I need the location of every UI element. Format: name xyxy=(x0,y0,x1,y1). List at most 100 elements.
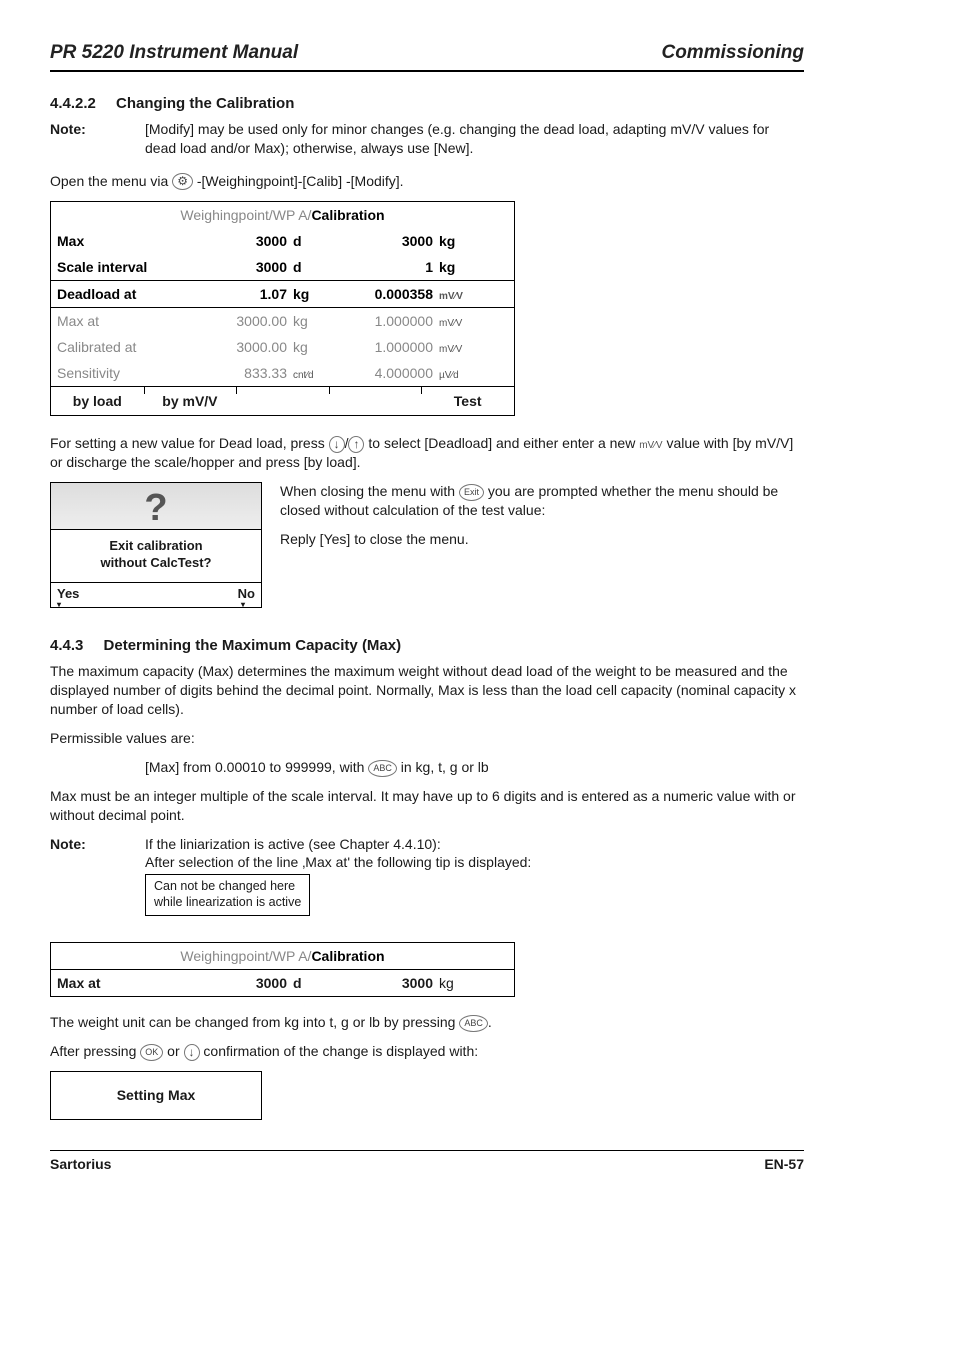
note-label: Note: xyxy=(50,835,145,916)
section-heading-max: 4.4.3 Determining the Maximum Capacity (… xyxy=(50,636,804,656)
row-value-1: 3000 xyxy=(197,232,287,251)
calibration-title: Weighingpoint/WP A/Calibration xyxy=(51,202,514,229)
tip-l1: Can not be changed here xyxy=(154,879,295,893)
abc-icon: ABC xyxy=(459,1015,488,1032)
calibration-softkeys: by load by mV/V Test xyxy=(51,386,514,415)
section-number: 4.4.2.2 xyxy=(50,95,96,112)
tail-p2b: or xyxy=(167,1043,183,1059)
header-left: PR 5220 Instrument Manual xyxy=(50,40,298,66)
row-value-2: 3000 xyxy=(323,232,433,251)
row-label: Max at xyxy=(57,312,197,331)
row-value-1: 3000.00 xyxy=(197,338,287,357)
softkey-test[interactable]: Test xyxy=(421,392,514,411)
note-lin-l1: If the liniarization is active (see Chap… xyxy=(145,836,441,852)
table-row[interactable]: Deadload at1.07kg0.000358mV⁄V xyxy=(51,280,514,307)
row-value-2: 4.000000 xyxy=(323,364,433,383)
row-value-2: 1 xyxy=(323,258,433,277)
max-at-u2: kg xyxy=(433,974,479,993)
tip-l2: while linearization is active xyxy=(154,895,301,909)
row-unit-2: kg xyxy=(433,258,479,277)
page-footer: Sartorius EN-57 xyxy=(50,1150,804,1174)
row-label: Scale interval xyxy=(57,258,197,277)
calibration-panel: Weighingpoint/WP A/Calibration Max3000d3… xyxy=(50,201,515,417)
footer-left: Sartorius xyxy=(50,1155,111,1174)
row-value-2: 1.000000 xyxy=(323,338,433,357)
max-at-row[interactable]: Max at 3000 d 3000 kg xyxy=(51,969,514,996)
row-value-1: 3000 xyxy=(197,258,287,277)
chevron-down-icon: ▾ xyxy=(156,603,255,607)
row-unit-1: kg xyxy=(287,338,323,357)
tail-p1a: The weight unit can be changed from kg i… xyxy=(50,1014,459,1030)
row-unit-2: kg xyxy=(433,232,479,251)
prompt-line2: without CalcTest? xyxy=(101,555,212,570)
open-menu-line: Open the menu via ⚙ -[Weighingpoint]-[Ca… xyxy=(50,172,804,191)
prompt-yes-button[interactable]: Yes ▾ xyxy=(51,583,156,607)
open-menu-pre: Open the menu via xyxy=(50,173,172,189)
unit-change-line: The weight unit can be changed from kg i… xyxy=(50,1013,804,1032)
prompt-message: Exit calibration without CalcTest? xyxy=(51,530,261,583)
deadload-instruction: For setting a new value for Dead load, p… xyxy=(50,434,804,472)
chevron-down-icon: ▾ xyxy=(57,603,156,607)
row-unit-2: mV⁄V xyxy=(433,312,479,331)
down-icon: ↓ xyxy=(184,1044,200,1061)
max-p1: The maximum capacity (Max) determines th… xyxy=(50,662,804,719)
note-block: Note: [Modify] may be used only for mino… xyxy=(50,120,804,158)
mvv-icon: mV⁄V xyxy=(639,440,662,451)
section-heading-changing-calibration: 4.4.2.2 Changing the Calibration xyxy=(50,94,804,114)
exit-prompt-dialog: ? Exit calibration without CalcTest? Yes… xyxy=(50,482,262,608)
row-unit-1: kg xyxy=(287,285,323,304)
header-right: Commissioning xyxy=(661,40,804,66)
table-row: Sensitivity833.33cnt⁄d4.000000µV⁄d xyxy=(51,360,514,386)
softkey-by-mvv[interactable]: by mV/V xyxy=(144,392,237,411)
down-icon: ↓ xyxy=(329,436,345,453)
table-row[interactable]: Scale interval3000d1kg xyxy=(51,254,514,280)
tail-p2c: confirmation of the change is displayed … xyxy=(203,1043,478,1059)
section-number: 4.4.3 xyxy=(50,637,83,654)
row-value-1: 833.33 xyxy=(197,364,287,383)
note-label: Note: xyxy=(50,120,145,158)
exit-icon: Exit xyxy=(459,484,484,501)
row-unit-1: d xyxy=(287,258,323,277)
max-at-v2: 3000 xyxy=(323,974,433,993)
row-label: Calibrated at xyxy=(57,338,197,357)
confirm-line: After pressing OK or ↓ confirmation of t… xyxy=(50,1042,804,1061)
open-menu-post: -[Weighingpoint]-[Calib] -[Modify]. xyxy=(197,173,404,189)
row-value-2: 1.000000 xyxy=(323,312,433,331)
footer-right: EN-57 xyxy=(764,1155,804,1174)
deadload-p1b: to select [Deadload] and either enter a … xyxy=(368,435,639,451)
prompt-side1a: When closing the menu with xyxy=(280,483,459,499)
row-unit-2: mV⁄V xyxy=(433,285,479,304)
row-unit-1: d xyxy=(287,232,323,251)
section-title: Determining the Maximum Capacity (Max) xyxy=(104,637,402,654)
row-value-1: 3000.00 xyxy=(197,312,287,331)
softkey-by-load[interactable]: by load xyxy=(51,392,144,411)
max-p3b: in kg, t, g or lb xyxy=(401,759,489,775)
prompt-side-text: When closing the menu with Exit you are … xyxy=(280,482,804,559)
max-panel: Weighingpoint/WP A/Calibration Max at 30… xyxy=(50,942,515,998)
cal-title-grey: Weighingpoint/WP A/ xyxy=(180,207,311,223)
setting-max-box: Setting Max xyxy=(50,1071,262,1120)
prompt-side-p1: When closing the menu with Exit you are … xyxy=(280,482,804,520)
row-value-1: 1.07 xyxy=(197,285,287,304)
exit-prompt-row: ? Exit calibration without CalcTest? Yes… xyxy=(50,482,804,608)
section-title: Changing the Calibration xyxy=(116,95,294,112)
prompt-no-button[interactable]: No ▾ xyxy=(156,583,261,607)
row-unit-2: mV⁄V xyxy=(433,338,479,357)
table-row: Max at3000.00kg1.000000mV⁄V xyxy=(51,307,514,334)
max-title: Weighingpoint/WP A/Calibration xyxy=(51,943,514,970)
row-label: Sensitivity xyxy=(57,364,197,383)
max-title-bold: Calibration xyxy=(311,948,384,964)
prompt-yes-label: Yes xyxy=(57,586,79,601)
prompt-no-label: No xyxy=(238,586,255,601)
question-mark-icon: ? xyxy=(51,483,261,530)
ok-icon: OK xyxy=(140,1044,163,1061)
note-block-lin: Note: If the liniarization is active (se… xyxy=(50,835,804,916)
row-label: Max xyxy=(57,232,197,251)
table-row: Calibrated at3000.00kg1.000000mV⁄V xyxy=(51,334,514,360)
max-at-u1: d xyxy=(287,974,323,993)
note-lin-l2: After selection of the line ‚Max at' the… xyxy=(145,854,531,870)
table-row[interactable]: Max3000d3000kg xyxy=(51,228,514,254)
setting-max-label: Setting Max xyxy=(117,1087,196,1103)
note-body: If the liniarization is active (see Chap… xyxy=(145,835,804,916)
tip-box: Can not be changed here while linearizat… xyxy=(145,874,310,915)
